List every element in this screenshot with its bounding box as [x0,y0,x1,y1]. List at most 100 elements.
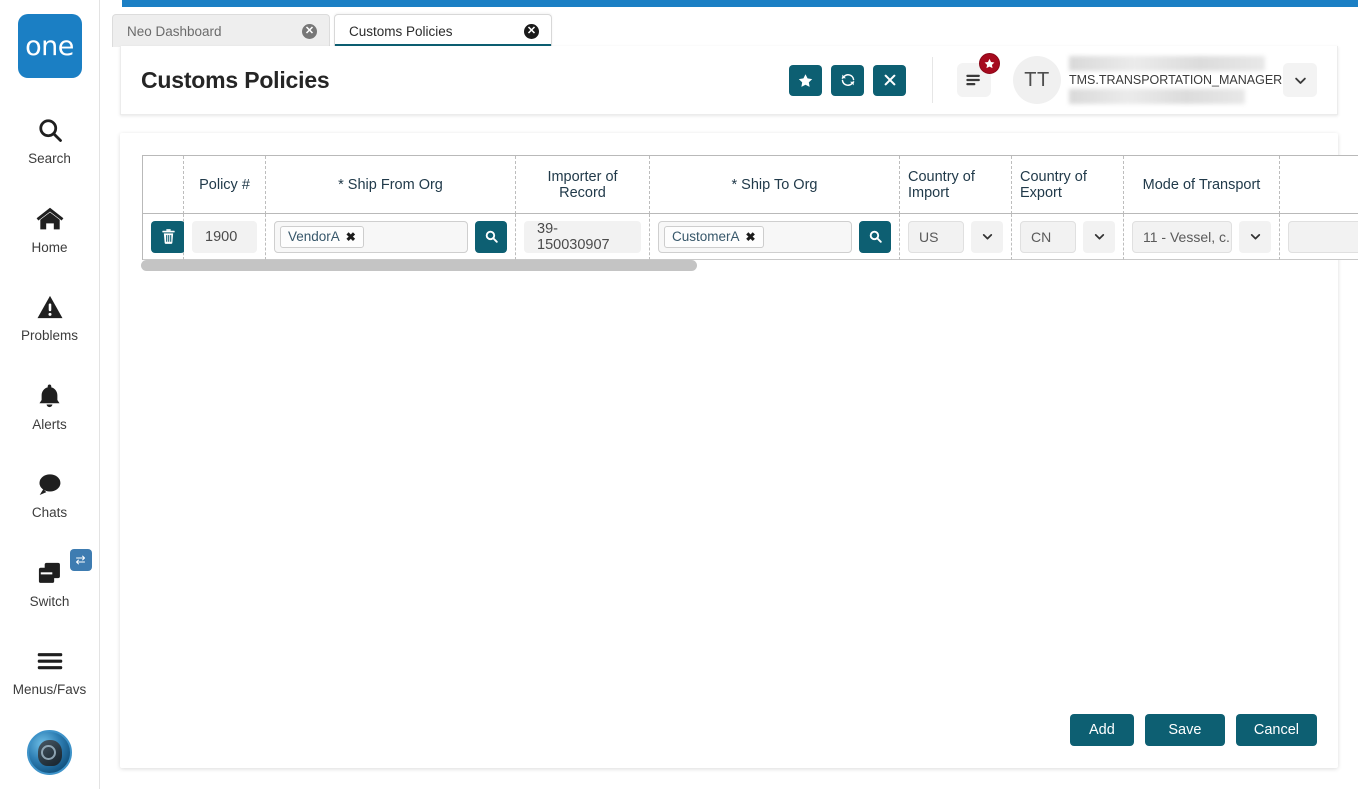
sidebar-item-chats[interactable]: Chats [0,458,99,529]
sidebar-item-label: Menus/Favs [12,682,87,697]
app-logo[interactable]: one [17,14,82,78]
close-circle-icon[interactable]: ✕ [302,23,317,39]
chevron-down-icon[interactable] [1083,220,1115,253]
ship-to-org-input[interactable]: CustomerA ✖ [658,220,852,253]
cell-importer-of-record: 39-150030907 [516,214,650,260]
mode-of-transport-select[interactable]: 11 - Vessel, c... [1132,220,1232,253]
avatar[interactable]: TT [1013,56,1061,104]
app-logo-text: one [25,30,74,62]
ship-to-org-search-button[interactable] [859,220,891,253]
sidebar-item-label: Problems [20,328,79,343]
save-button[interactable]: Save [1144,714,1225,746]
page-title: Customs Policies [141,66,330,93]
x-icon[interactable]: ✖ [746,231,756,243]
column-header-extra [1280,156,1358,214]
column-header-importer-of-record: Importer of Record [516,156,650,214]
table-row: 1900 VendorA ✖ 39-150030907 CustomerA ✖ … [143,214,1358,260]
close-button[interactable] [873,64,906,96]
sidebar-item-label: Switch [29,593,70,609]
token-label: VendorA [288,229,340,244]
app-root: one Search Home Problems Alerts Chats ⇄ … [0,0,1358,789]
ship-to-org-control: CustomerA ✖ [658,220,891,253]
x-icon[interactable]: ✖ [346,231,356,243]
sidebar-item-menus-favs[interactable]: Menus/Favs [0,635,99,706]
search-icon [484,229,499,244]
avatar-initials: TT [1024,68,1050,91]
sidebar-item-search[interactable]: Search [0,104,99,175]
sidebar-item-home[interactable]: Home [0,193,99,264]
star-icon [984,58,995,69]
column-header-country-of-export: Country of Export [1012,156,1124,214]
left-sidebar: one Search Home Problems Alerts Chats ⇄ … [0,0,100,789]
token-label: CustomerA [672,229,740,244]
ship-from-org-search-button[interactable] [475,220,507,253]
cell-country-of-export: CN [1012,214,1124,260]
refresh-button[interactable] [831,64,864,96]
sidebar-item-label: Alerts [32,416,67,432]
top-accent-bar [122,0,1358,7]
swap-arrows-icon[interactable]: ⇄ [69,548,92,571]
horizontal-scrollbar[interactable] [141,260,1337,271]
sidebar-nav: Search Home Problems Alerts Chats ⇄ Swit… [0,104,99,724]
ship-from-org-input[interactable]: VendorA ✖ [274,220,468,253]
add-button[interactable]: Add [1069,714,1134,746]
sidebar-item-problems[interactable]: Problems [0,281,99,352]
column-header-mode-of-transport: Mode of Transport [1124,156,1280,214]
tab-label: Neo Dashboard [127,23,222,39]
importer-of-record-field[interactable]: 39-150030907 [524,220,641,253]
windows-stack-icon [35,556,65,590]
country-of-export-select[interactable]: CN [1020,220,1076,253]
mode-of-transport-control: 11 - Vessel, c... [1132,220,1271,253]
column-header-ship-from-org: * Ship From Org [266,156,516,214]
user-info-block: TMS.TRANSPORTATION_MANAGER [1069,56,1283,104]
tab-customs-policies[interactable]: Customs Policies ✕ [334,14,552,47]
country-of-import-select[interactable]: US [908,220,964,253]
redacted-name-line-top [1069,56,1265,71]
favorite-button[interactable] [789,64,822,96]
cell-policy-no: 1900 [184,214,266,260]
sidebar-item-switch[interactable]: ⇄ Switch [0,547,99,618]
chevron-down-icon[interactable] [1283,63,1317,97]
tab-neo-dashboard[interactable]: Neo Dashboard ✕ [112,14,330,47]
chevron-down-icon[interactable] [1239,220,1271,253]
cell-actions [143,214,185,260]
chevron-down-icon[interactable] [971,220,1003,253]
search-icon [36,113,64,147]
cell-ship-from-org: VendorA ✖ [266,214,516,260]
column-header-country-of-import: Country of Import [900,156,1012,214]
ship-to-org-token: CustomerA ✖ [664,225,764,248]
header-action-buttons [789,64,906,96]
content-card: Policy # * Ship From Org Importer of Rec… [120,133,1358,768]
column-header-actions [143,156,184,214]
column-header-ship-to-org: * Ship To Org [650,156,900,214]
cell-extra [1280,214,1358,260]
policy-number-field[interactable]: 1900 [192,220,257,253]
column-header-policy-no: Policy # [184,156,266,214]
star-icon [798,73,813,88]
country-of-import-control: US [908,220,1003,253]
search-icon [868,229,883,244]
bell-icon [36,379,63,413]
close-circle-icon[interactable]: ✕ [524,23,539,39]
ai-assistant-orb-icon[interactable] [27,730,72,775]
cancel-button[interactable]: Cancel [1235,714,1317,746]
browser-tab-strip: Neo Dashboard ✕ Customs Policies ✕ [112,14,1358,47]
cell-mode-of-transport: 11 - Vessel, c... [1124,214,1280,260]
redacted-name-line-bottom [1069,89,1245,104]
grid-viewport: Policy # * Ship From Org Importer of Rec… [142,155,1358,260]
delete-row-button[interactable] [151,220,185,253]
horizontal-scrollbar-thumb[interactable] [141,260,697,271]
user-name: TMS.TRANSPORTATION_MANAGER [1069,73,1283,87]
menu-star-badge [979,53,1000,74]
page-header: Customs Policies TT TMS.TRANSPORTATION_M… [120,46,1338,115]
cell-ship-to-org: CustomerA ✖ [650,214,900,260]
tab-label: Customs Policies [349,23,453,39]
list-menu-icon[interactable] [957,53,1000,97]
footer-action-buttons: Add Save Cancel [1069,714,1317,746]
customs-policies-grid: Policy # * Ship From Org Importer of Rec… [142,155,1358,260]
chat-bubble-icon [35,467,64,501]
extra-field[interactable] [1288,220,1358,253]
sidebar-item-alerts[interactable]: Alerts [0,370,99,441]
sidebar-item-label: Search [28,151,71,166]
header-divider [932,57,933,103]
